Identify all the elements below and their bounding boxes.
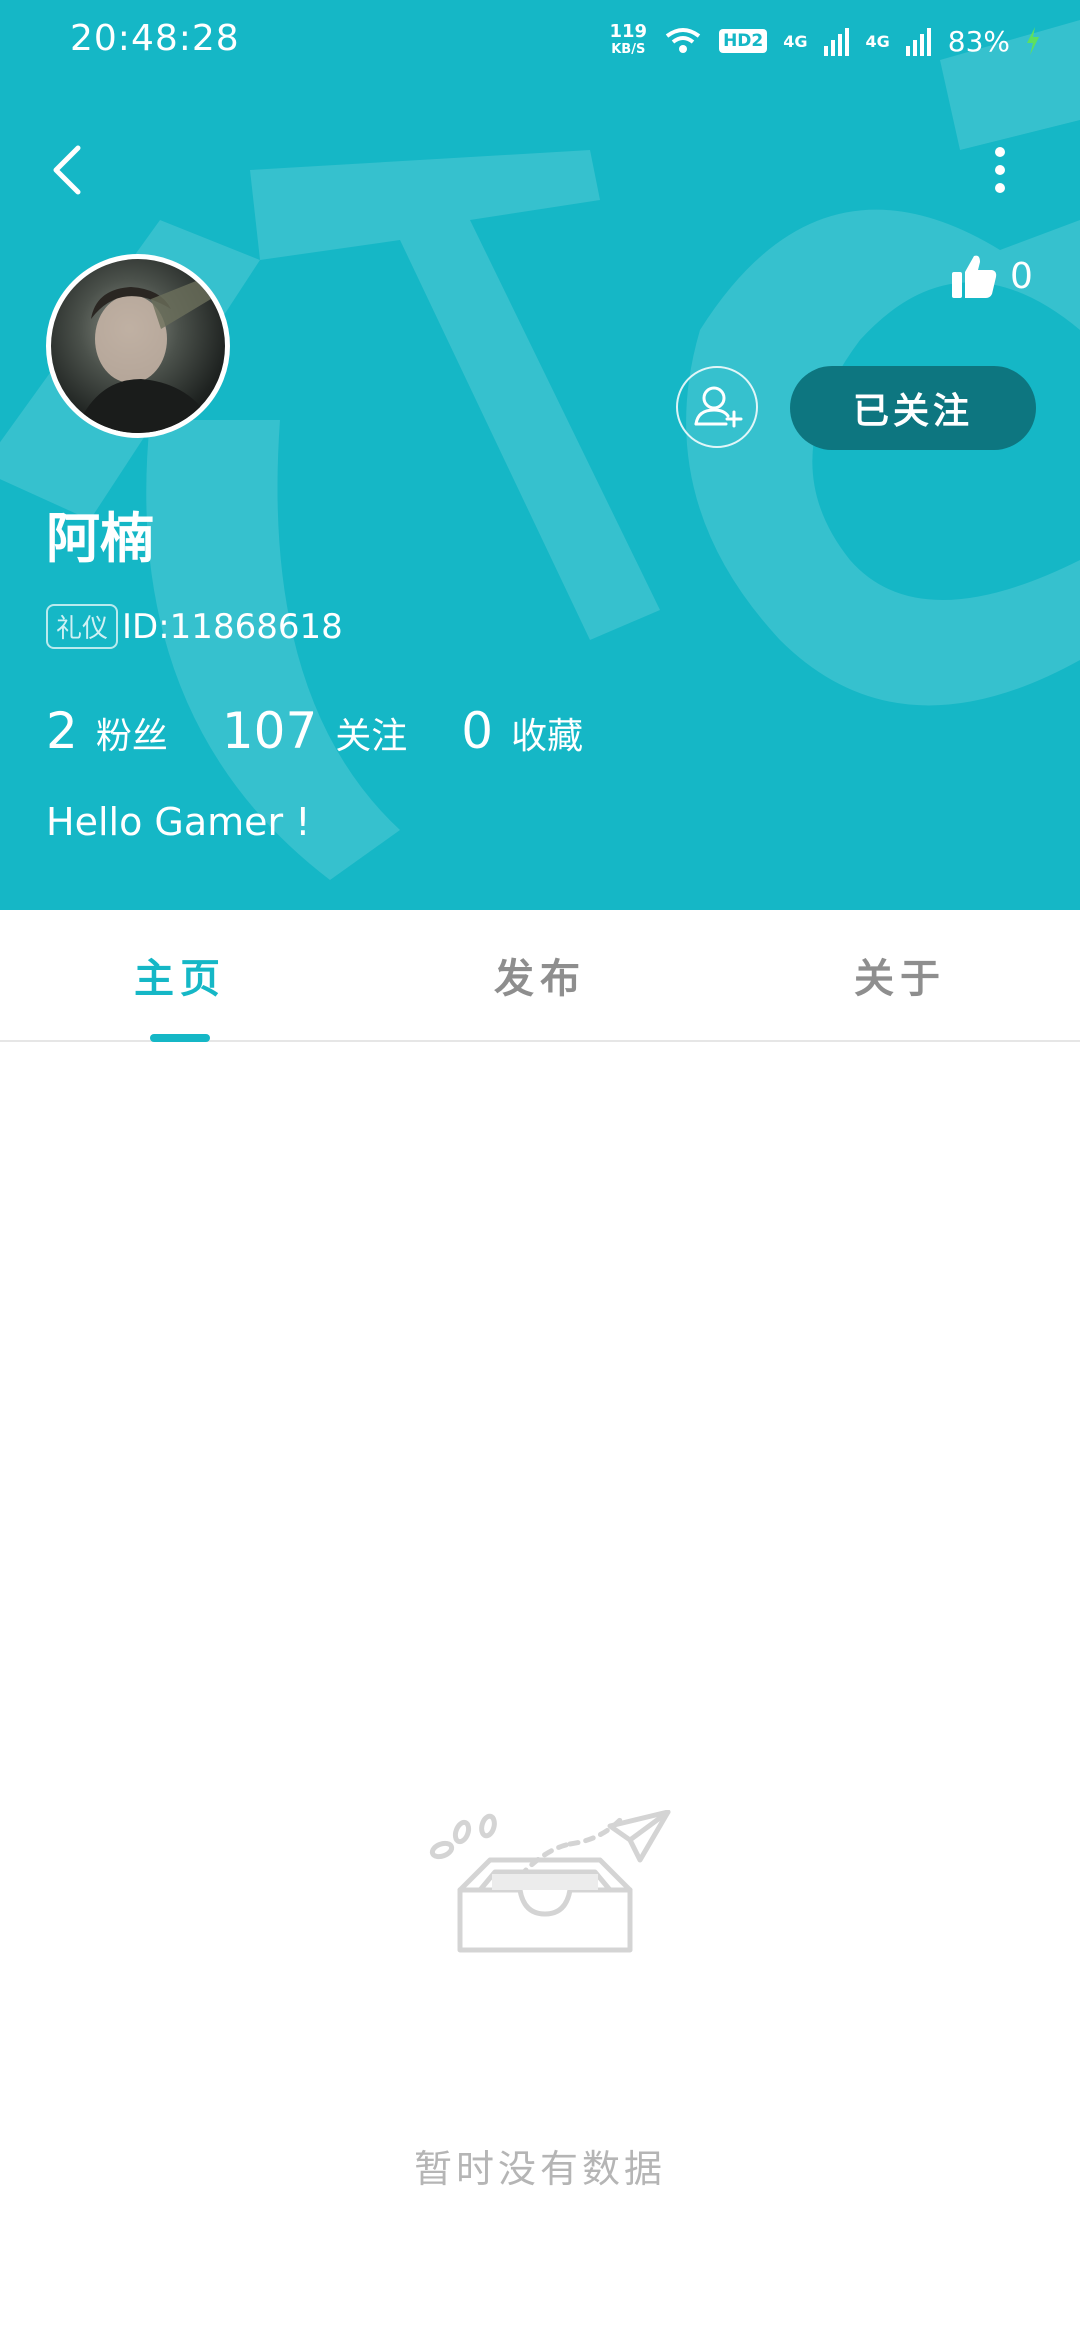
role-tag: 礼仪 [46,604,119,649]
network-type-2: 4G [865,31,890,51]
status-time: 20:48:28 [70,18,240,59]
active-tab-indicator [150,1034,210,1042]
stat-following-value: 107 [221,702,318,760]
wifi-icon [665,28,701,53]
add-friend-button[interactable] [676,366,758,448]
stat-fans[interactable]: 2 粉丝 [46,702,168,760]
stat-following[interactable]: 107 关注 [222,702,407,760]
profile-header: 20:48:28 119 KB/S HD2 4G 4G 83% 0 已关注 阿楠… [0,0,1080,910]
profile-bio: Hello Gamer ! [46,800,311,844]
stat-favorites[interactable]: 0 收藏 [461,702,583,760]
empty-inbox-icon [429,1810,671,1953]
like-area[interactable]: 0 [950,252,1033,300]
back-icon[interactable] [44,140,94,200]
signal-icon-2 [905,28,931,56]
tab-bar: 主页 发布 关于 [0,910,1080,1042]
stat-following-label: 关注 [335,716,408,757]
id-row: 礼仪 ID:11868618 [46,604,343,649]
stat-fans-value: 2 [46,702,78,760]
stat-favorites-label: 收藏 [511,716,584,757]
network-type-1: 4G [783,31,808,51]
speed-unit: KB/S [611,42,646,57]
empty-state-message: 暂时没有数据 [413,2147,666,2191]
tab-home[interactable]: 主页 [0,910,360,1040]
stat-fans-label: 粉丝 [95,716,168,757]
speed-value: 119 [609,21,648,42]
thumbs-up-icon [952,255,997,298]
tab-posts[interactable]: 发布 [360,910,720,1040]
battery-percent: 83% [947,24,1010,58]
network-speed: 119 KB/S [609,23,647,59]
followed-button[interactable]: 已关注 [790,366,1036,450]
stat-favorites-value: 0 [461,702,494,760]
signal-icon-1 [823,28,849,56]
profile-stats: 2 粉丝 107 关注 0 收藏 [46,702,637,760]
tab-about[interactable]: 关于 [720,910,1080,1040]
hd-voice-badge: HD2 [719,29,768,53]
charging-icon [1027,27,1039,55]
avatar[interactable] [46,254,230,438]
more-vertical-icon[interactable] [980,140,1020,200]
watermark-logo [0,20,1080,880]
status-icons: 119 KB/S HD2 4G 4G 83% [609,16,1040,66]
status-bar: 20:48:28 119 KB/S HD2 4G 4G 83% [0,0,1080,82]
user-id: ID:11868618 [122,606,343,647]
add-user-icon [694,386,743,428]
like-count: 0 [1010,255,1033,297]
profile-name: 阿楠 [46,507,154,570]
